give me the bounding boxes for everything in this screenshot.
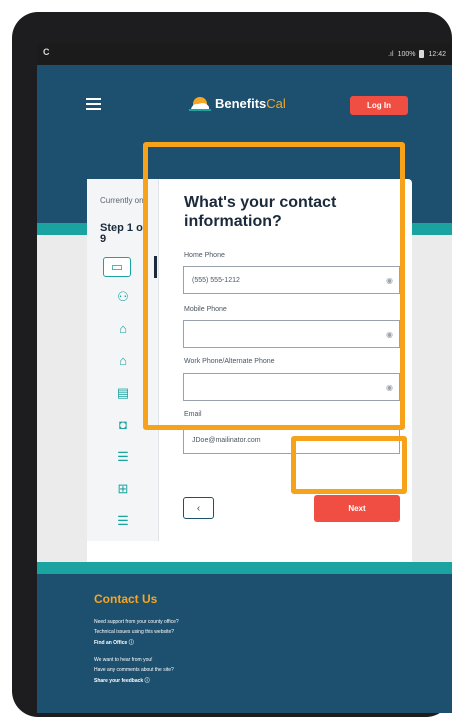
id-card-icon[interactable]: ▭ (103, 257, 131, 277)
people-icon[interactable]: ⚇ (114, 289, 132, 305)
next-button[interactable]: Next (314, 495, 400, 522)
footer-text: Have any comments about the site? (94, 667, 174, 673)
contact-us-heading: Contact Us (94, 592, 158, 606)
footer-text: We want to hear from you! (94, 657, 153, 663)
find-office-link[interactable]: Find an Office ⓘ (94, 639, 134, 646)
app-status-icon: C (43, 47, 50, 57)
next-highlight-box (291, 436, 407, 494)
battery-percent: 100% (397, 50, 416, 58)
email-value: JDoe@mailinator.com (192, 436, 261, 444)
car-icon[interactable]: ◘ (114, 417, 132, 433)
site-header: BenefitsCal Log In (37, 65, 452, 141)
back-button[interactable]: ‹ (183, 497, 214, 519)
document-plus-icon[interactable]: ⊞ (114, 481, 132, 497)
clock: 12:42 (428, 50, 446, 58)
summary-icon[interactable]: ☰ (114, 513, 132, 529)
benefitscal-logo[interactable]: BenefitsCal (189, 95, 286, 111)
share-feedback-link[interactable]: Share your feedback ⓘ (94, 677, 150, 684)
footer-text: Need support from your county office? (94, 619, 179, 625)
status-bar: C .ıl 100% 12:42 (37, 43, 452, 65)
signal-icon: .ıl (388, 50, 394, 58)
site-footer: Contact Us Need support from your county… (37, 574, 452, 713)
document-icon[interactable]: ▤ (114, 385, 132, 401)
house-icon[interactable]: ⌂ (114, 321, 132, 337)
house-money-icon[interactable]: ⌂ (114, 353, 132, 369)
bear-sun-logo-icon (189, 97, 211, 111)
footer-text: Technical issues using this website? (94, 629, 175, 635)
logo-text: BenefitsCal (215, 95, 286, 111)
status-right: .ıl 100% 12:42 (388, 50, 446, 58)
battery-icon (419, 50, 425, 58)
list-icon[interactable]: ☰ (114, 449, 132, 465)
form-highlight-box (143, 142, 405, 430)
login-button[interactable]: Log In (350, 96, 408, 115)
footer-teal-divider (37, 562, 452, 574)
menu-icon[interactable] (86, 98, 101, 110)
